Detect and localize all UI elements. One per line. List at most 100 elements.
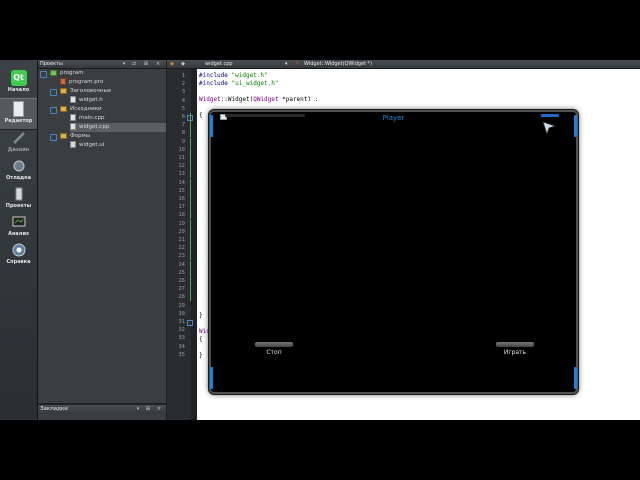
expand-icon[interactable] bbox=[50, 134, 57, 141]
bookmarks-header: Закладки ▾ ⊞ × bbox=[38, 405, 166, 414]
link-icon[interactable]: ⇄ bbox=[130, 60, 138, 68]
project-icon bbox=[50, 69, 57, 76]
tree-item-pro-file[interactable]: program.pro bbox=[60, 78, 103, 87]
header-file-icon bbox=[70, 96, 76, 103]
player-window[interactable]: Player Стоп Играть bbox=[209, 110, 578, 394]
resize-edge-bottom-right[interactable] bbox=[574, 367, 577, 389]
line-number: 27 bbox=[178, 286, 185, 293]
line-number: 25 bbox=[178, 269, 185, 276]
expand-icon[interactable] bbox=[50, 89, 57, 96]
expand-icon[interactable] bbox=[40, 71, 47, 78]
file-combo-arrow-icon[interactable]: ▾ bbox=[285, 60, 288, 68]
line-number: 8 bbox=[181, 130, 185, 137]
change-marker bbox=[190, 137, 191, 146]
line-number: 16 bbox=[178, 196, 185, 202]
pro-file-icon bbox=[60, 78, 66, 85]
line-number: 6 bbox=[181, 114, 185, 120]
stop-button-label[interactable]: Стоп bbox=[249, 349, 299, 356]
mode-help[interactable]: Справка bbox=[0, 240, 37, 270]
resize-edge-top-left[interactable] bbox=[210, 115, 213, 137]
projects-pane-title[interactable]: Проекты bbox=[38, 61, 63, 67]
expand-icon[interactable] bbox=[50, 107, 57, 114]
line-number: 33 bbox=[178, 335, 185, 342]
stop-button[interactable] bbox=[255, 342, 293, 347]
filter-icon[interactable]: ▾ bbox=[120, 60, 128, 68]
mode-debug-label: Отладка bbox=[6, 175, 31, 181]
bookmarks-title[interactable]: Закладки bbox=[40, 406, 68, 412]
form-file-icon bbox=[70, 141, 76, 148]
close-icon[interactable]: × bbox=[154, 60, 162, 68]
mode-editor-label: Редактор bbox=[4, 118, 33, 124]
change-marker bbox=[190, 129, 191, 138]
bug-icon bbox=[11, 158, 27, 174]
mode-analyze[interactable]: Анализ bbox=[0, 212, 37, 242]
change-marker bbox=[190, 211, 191, 220]
resize-edge-top-right[interactable] bbox=[574, 115, 577, 137]
mode-debug[interactable]: Отладка bbox=[0, 156, 37, 186]
tree-item-headers[interactable]: Заголовочные bbox=[50, 87, 112, 96]
tree-item-label: Исходники bbox=[70, 106, 102, 112]
change-marker bbox=[190, 260, 191, 269]
line-number: 2 bbox=[181, 81, 185, 88]
fold-marker-icon[interactable] bbox=[187, 320, 193, 326]
split-icon[interactable]: ⊞ bbox=[142, 60, 150, 68]
tree-item-label: main.cpp bbox=[79, 115, 105, 121]
tree-item-main-cpp[interactable]: main.cpp bbox=[70, 114, 105, 123]
close-icon[interactable]: × bbox=[155, 405, 163, 413]
code-line-4: Widget::Widget(QWidget *parent) : bbox=[199, 96, 319, 103]
tree-item-form-file[interactable]: widget.ui bbox=[70, 141, 104, 150]
back-icon[interactable]: ◆ bbox=[168, 60, 176, 68]
line-number-gutter: 1 2 3 4 5 6 7 8 9 10 11 12 13 14 15 16 17 18 19 20 21 22 23 24 2… bbox=[167, 69, 193, 420]
tree-item-label: Заголовочные bbox=[70, 88, 112, 94]
change-marker bbox=[190, 203, 191, 212]
forward-icon[interactable]: ◆ bbox=[179, 60, 187, 68]
tree-item-header-file[interactable]: widget.h bbox=[70, 96, 103, 105]
line-number: 15 bbox=[178, 187, 185, 194]
tree-item-widget-cpp[interactable]: widget.cpp bbox=[70, 123, 166, 132]
mode-welcome[interactable]: Qt Начало bbox=[0, 68, 37, 98]
mode-projects-label: Проекты bbox=[5, 203, 32, 209]
document-icon bbox=[13, 101, 24, 117]
open-file-combo[interactable]: widget.cpp bbox=[205, 60, 233, 68]
line-number: 31 bbox=[178, 319, 185, 325]
line-number: 12 bbox=[178, 163, 185, 170]
line-number: 28 bbox=[178, 294, 185, 301]
line-number: 20 bbox=[178, 228, 185, 235]
tree-item-sources[interactable]: Исходники bbox=[50, 105, 102, 114]
mode-design[interactable]: Дизайн bbox=[0, 128, 37, 158]
play-button[interactable] bbox=[496, 342, 534, 347]
source-file-icon bbox=[70, 123, 76, 130]
tree-item-label: program bbox=[60, 70, 84, 76]
mode-bar: Qt Начало Редактор Дизайн Отладка Проект… bbox=[0, 60, 38, 420]
change-marker bbox=[190, 195, 191, 203]
play-button-label[interactable]: Играть bbox=[490, 349, 540, 356]
change-marker bbox=[190, 154, 191, 162]
line-number: 11 bbox=[178, 155, 185, 161]
mode-editor[interactable]: Редактор bbox=[0, 98, 37, 130]
source-file-icon bbox=[70, 114, 76, 121]
line-number: 23 bbox=[178, 253, 185, 260]
title-bar-accent bbox=[541, 114, 559, 117]
line-number: 29 bbox=[178, 302, 185, 309]
line-number: 1 bbox=[181, 73, 185, 79]
ide-window: Qt Начало Редактор Дизайн Отладка Проект… bbox=[0, 60, 640, 420]
split-icon[interactable]: ⊞ bbox=[144, 405, 152, 413]
mode-projects[interactable]: Проекты bbox=[0, 184, 37, 214]
line-number: 18 bbox=[178, 212, 185, 219]
line-number: 3 bbox=[181, 89, 185, 96]
mode-help-label: Справка bbox=[6, 259, 31, 265]
line-number: 22 bbox=[178, 245, 185, 252]
tree-item-forms[interactable]: Формы bbox=[50, 132, 90, 141]
cursor-arrow-icon bbox=[542, 120, 557, 139]
resize-edge-bottom-left[interactable] bbox=[210, 367, 213, 389]
line-number: 9 bbox=[181, 138, 185, 145]
help-icon bbox=[11, 242, 27, 258]
code-line-34: } bbox=[199, 352, 203, 359]
chevron-down-icon[interactable]: ▾ bbox=[134, 405, 142, 413]
change-marker bbox=[190, 277, 191, 285]
player-title: Player bbox=[382, 114, 405, 122]
symbol-combo[interactable]: Widget::Widget(QWidget *) bbox=[304, 60, 372, 68]
tree-item-project[interactable]: program bbox=[40, 69, 84, 78]
tree-item-label: widget.cpp bbox=[79, 124, 110, 130]
mode-design-label: Дизайн bbox=[7, 147, 30, 153]
